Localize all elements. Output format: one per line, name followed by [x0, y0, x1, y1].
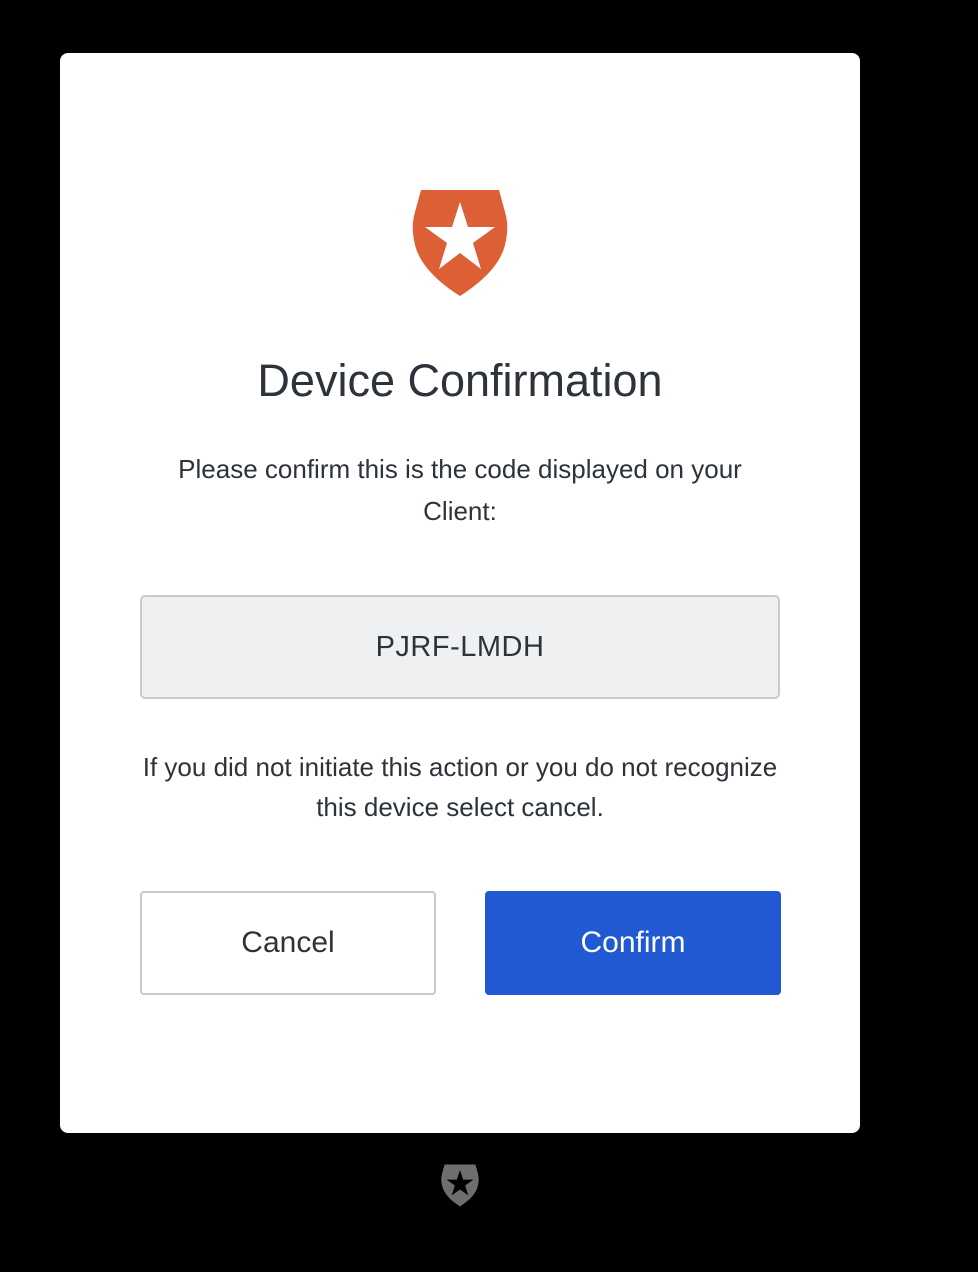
cancel-button[interactable]: Cancel	[140, 891, 436, 995]
confirm-button[interactable]: Confirm	[485, 891, 781, 995]
page-title: Device Confirmation	[257, 355, 663, 406]
device-code-display: PJRF-LMDH	[140, 595, 780, 699]
device-confirmation-card: Device Confirmation Please confirm this …	[60, 53, 860, 1133]
instruction-text: Please confirm this is the code displaye…	[178, 454, 742, 526]
auth0-shield-icon	[412, 190, 508, 296]
footer-auth0-shield-icon	[441, 1163, 479, 1208]
warning-text: If you did not initiate this action or y…	[142, 752, 778, 822]
